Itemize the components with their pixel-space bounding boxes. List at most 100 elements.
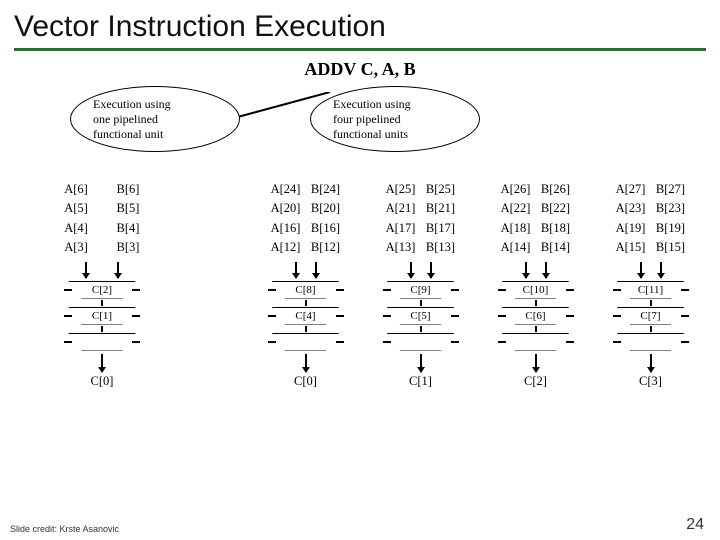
operand-b: B[16]: [309, 219, 343, 238]
operand-row: A[23] B[23]: [614, 199, 688, 218]
arrows-down: [525, 262, 547, 278]
operand-b: B[22]: [539, 199, 573, 218]
pipe-stage: C[4]: [272, 307, 340, 325]
functional-unit: C[10]C[6]: [501, 280, 571, 352]
pipe-stage: [617, 333, 685, 351]
operand-b: B[21]: [424, 199, 458, 218]
operand-a: A[20]: [269, 199, 303, 218]
operand-b: B[24]: [309, 180, 343, 199]
output-label: C[1]: [409, 374, 432, 389]
pipe-stage: [387, 333, 455, 351]
pipe-stage: C[1]: [68, 307, 136, 325]
operand-a: A[18]: [499, 219, 533, 238]
pipe-stage: [502, 333, 570, 351]
operand-b: B[13]: [424, 238, 458, 257]
operand-a: A[22]: [499, 199, 533, 218]
operand-row: A[18]B[18]: [499, 219, 573, 238]
operand-b: B[17]: [424, 219, 458, 238]
pipe-stage: C[8]: [272, 281, 340, 299]
single-lane: A[6]B[6] A[5]B[5] A[4]B[4] A[3]B[3] C[2]…: [12, 180, 192, 389]
output-label: C[2]: [524, 374, 547, 389]
arrow-down-icon: [101, 354, 103, 372]
arrow-down-icon: [420, 354, 422, 372]
operand-row: A[19] B[19]: [614, 219, 688, 238]
arrow-down-icon: [525, 262, 527, 278]
pipe-stage: C[9]: [387, 281, 455, 299]
operand-a: A[16]: [269, 219, 303, 238]
operand-a: A[21]: [384, 199, 418, 218]
arrow-down-icon: [305, 354, 307, 372]
quad-lanes: A[24] B[24]A[20]B[20]A[16] B[16] A[12] B[12]…: [248, 180, 708, 389]
operand-row: A[17] B[17]: [384, 219, 458, 238]
operand-row: A[13] B[13]: [384, 238, 458, 257]
operand-b: B[23]: [654, 199, 688, 218]
bubbles-row: Execution using one pipelined functional…: [0, 86, 720, 166]
arrow-down-icon: [660, 262, 662, 278]
operand-a: A[24]: [269, 180, 303, 199]
operand-row: A[21] B[21]: [384, 199, 458, 218]
operand-row: A[3]B[3]: [57, 238, 147, 257]
arrow-down-icon: [535, 354, 537, 372]
operand-a: A[12]: [269, 238, 303, 257]
arrows-down: [410, 262, 432, 278]
pipe-stage: C[11]: [617, 281, 685, 299]
operand-row: A[16] B[16]: [269, 219, 343, 238]
instruction-label: ADDV C, A, B: [0, 59, 720, 80]
operand-a: A[19]: [614, 219, 648, 238]
operand-b: B[12]: [309, 238, 343, 257]
arrow-down-icon: [85, 262, 87, 278]
operand-a: A[6]: [57, 180, 95, 199]
slide-title: Vector Instruction Execution: [0, 0, 720, 48]
operand-a: A[27]: [614, 180, 648, 199]
operand-a: A[13]: [384, 238, 418, 257]
arrows-down: [295, 262, 317, 278]
output-label: C[0]: [294, 374, 317, 389]
operand-a: A[5]: [57, 199, 95, 218]
functional-unit: C[2] C[1]: [67, 280, 137, 352]
operand-row: A[4]B[4]: [57, 219, 147, 238]
pipe-stage: [272, 333, 340, 351]
arrow-down-icon: [545, 262, 547, 278]
operand-row: A[25] B[25]: [384, 180, 458, 199]
operand-b: B[15]: [654, 238, 688, 257]
page-number: 24: [686, 516, 704, 534]
arrows-down: [640, 262, 662, 278]
diagram-columns: A[6]B[6] A[5]B[5] A[4]B[4] A[3]B[3] C[2]…: [0, 180, 720, 389]
operand-row: A[5] B[5]: [57, 199, 147, 218]
pipe-stage: C[2]: [68, 281, 136, 299]
operand-b: B[25]: [424, 180, 458, 199]
operand-b: B[27]: [654, 180, 688, 199]
operand-row: A[22] B[22]: [499, 199, 573, 218]
operand-a: A[4]: [57, 219, 95, 238]
arrow-down-icon: [650, 354, 652, 372]
operand-a: A[25]: [384, 180, 418, 199]
operand-row: A[20]B[20]: [269, 199, 343, 218]
quad-lane: A[27] B[27] A[23] B[23] A[19] B[19]A[15]B[15]…: [601, 180, 701, 389]
arrow-down-icon: [640, 262, 642, 278]
functional-unit: C[11] C[7]: [616, 280, 686, 352]
arrow-down-icon: [295, 262, 297, 278]
operand-b: B[5]: [109, 199, 147, 218]
operand-b: B[19]: [654, 219, 688, 238]
operand-a: A[23]: [614, 199, 648, 218]
title-underline: [14, 48, 706, 51]
operand-row: A[26]B[26]: [499, 180, 573, 199]
functional-unit: C[8] C[4]: [271, 280, 341, 352]
arrow-down-icon: [315, 262, 317, 278]
arrow-down-icon: [410, 262, 412, 278]
operand-b: B[26]: [539, 180, 573, 199]
slide-credit: Slide credit: Krste Asanovic: [10, 524, 119, 534]
bubble-single-unit: Execution using one pipelined functional…: [70, 86, 240, 152]
operand-row: A[15]B[15]: [614, 238, 688, 257]
operand-b: B[14]: [539, 238, 573, 257]
operand-a: A[14]: [499, 238, 533, 257]
pipe-stage: C[10]: [502, 281, 570, 299]
pipe-stage: C[7]: [617, 307, 685, 325]
operand-b: B[3]: [109, 238, 147, 257]
operand-row: A[14] B[14]: [499, 238, 573, 257]
operand-row: A[27] B[27]: [614, 180, 688, 199]
functional-unit: C[9]C[5]: [386, 280, 456, 352]
quad-lane: A[25] B[25] A[21] B[21] A[17] B[17] A[13] B[13]…: [371, 180, 471, 389]
arrow-down-icon: [117, 262, 119, 278]
operand-a: A[17]: [384, 219, 418, 238]
